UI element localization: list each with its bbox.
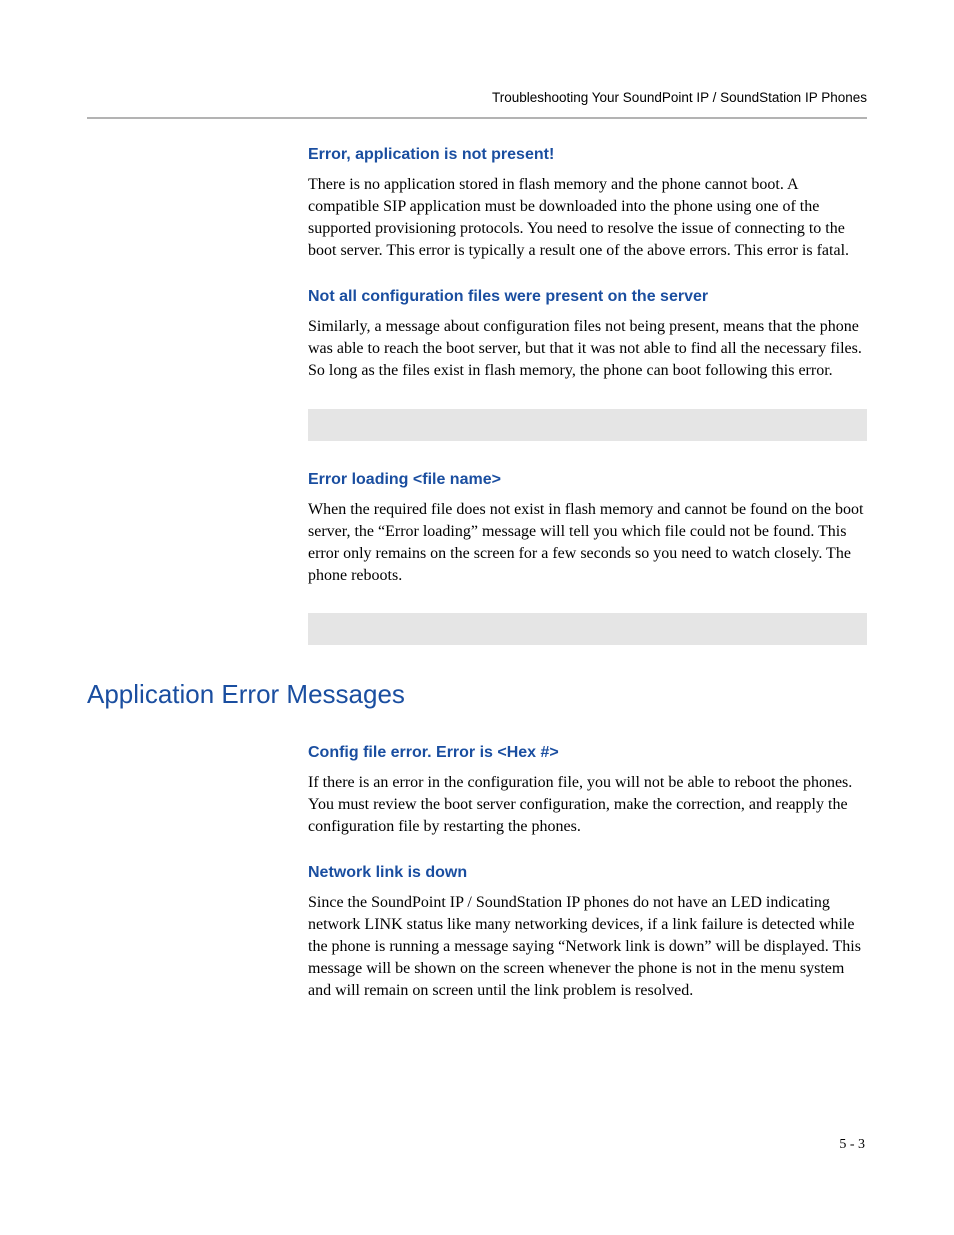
- section-config-file-error: Config file error. Error is <Hex #> If t…: [308, 744, 867, 838]
- sub-heading: Config file error. Error is <Hex #>: [308, 744, 867, 762]
- running-header: Troubleshooting Your SoundPoint IP / Sou…: [492, 90, 867, 105]
- body-paragraph: Similarly, a message about configuration…: [308, 316, 867, 382]
- body-paragraph: Since the SoundPoint IP / SoundStation I…: [308, 892, 867, 1002]
- section-error-loading-file: Error loading <file name> When the requi…: [308, 471, 867, 587]
- section-error-application-not-present: Error, application is not present! There…: [308, 146, 867, 262]
- divider-bar: [308, 613, 867, 645]
- grey-bar: [308, 409, 867, 441]
- sub-heading: Error, application is not present!: [308, 146, 867, 164]
- body-paragraph: When the required file does not exist in…: [308, 499, 867, 587]
- divider-bar: [308, 409, 867, 441]
- section-network-link-down: Network link is down Since the SoundPoin…: [308, 864, 867, 1002]
- sub-heading: Network link is down: [308, 864, 867, 882]
- sub-heading: Error loading <file name>: [308, 471, 867, 489]
- page: Troubleshooting Your SoundPoint IP / Sou…: [0, 0, 954, 1235]
- body-paragraph: If there is an error in the configuratio…: [308, 772, 867, 838]
- body-paragraph: There is no application stored in flash …: [308, 174, 867, 262]
- section-not-all-config-files: Not all configuration files were present…: [308, 288, 867, 382]
- header-rule: [87, 117, 867, 119]
- grey-bar: [308, 613, 867, 645]
- sub-heading: Not all configuration files were present…: [308, 288, 867, 306]
- content-area: Error, application is not present! There…: [87, 146, 867, 1028]
- page-number: 5 - 3: [839, 1137, 865, 1153]
- section-heading-application-error-messages: Application Error Messages: [87, 679, 867, 710]
